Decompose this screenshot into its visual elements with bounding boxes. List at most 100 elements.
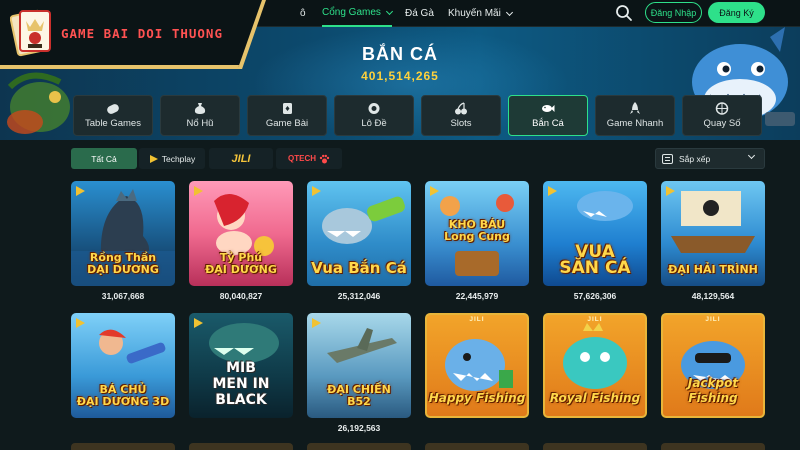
techplay-badge	[194, 318, 203, 328]
category-tab-game-nhanh[interactable]: Game Nhanh	[595, 95, 675, 136]
game-thumbnail[interactable]: ĐẠI CHIẾN B52	[307, 313, 411, 418]
game-name: Rồng Thần DẠI DƯƠNG	[87, 251, 159, 276]
filter-qtech-button[interactable]: QTECH	[276, 148, 342, 169]
game-card[interactable]: VUA SĂN CÁ 57,626,306	[543, 181, 647, 301]
jili-tag: JILI	[469, 316, 485, 323]
signup-button[interactable]: Đăng Ký	[708, 2, 765, 23]
game-thumbnail[interactable]: KHO BÁU Long Cung	[425, 181, 529, 286]
game-card[interactable]: JILI Jackpot Fishing	[661, 313, 765, 423]
techplay-badge	[76, 186, 85, 196]
category-label: Table Games	[85, 118, 141, 129]
game-name: Vua Bắn Cá	[311, 259, 407, 277]
chevron-down-icon	[505, 8, 513, 16]
game-card[interactable]: Rồng Thần DẠI DƯƠNG 31,067,668	[71, 181, 175, 301]
filter-techplay-button[interactable]: Techplay	[139, 148, 205, 169]
techplay-badge	[312, 186, 321, 196]
paw-icon	[319, 154, 330, 163]
game-name: ĐẠI CHIẾN B52	[327, 383, 391, 408]
sort-label: Sắp xếp	[679, 153, 711, 164]
techplay-badge	[548, 186, 557, 196]
jili-tag: JILI	[587, 316, 603, 323]
wheel-icon	[715, 102, 729, 115]
gamepad-icon	[107, 104, 119, 114]
game-card[interactable]: JILI Happy Fishing	[425, 313, 529, 423]
techplay-badge	[666, 186, 675, 196]
game-name: VUA SĂN CÁ	[559, 242, 631, 278]
game-thumbnail[interactable]: ĐẠI HẢI TRÌNH	[661, 181, 765, 286]
game-thumbnail[interactable]: JILI Jackpot Fishing	[661, 313, 765, 418]
game-thumbnail[interactable]: Tỷ Phú ĐẠI DƯƠNG	[189, 181, 293, 286]
game-card[interactable]: BÁ CHỦ ĐẠI DƯƠNG 3D	[71, 313, 175, 423]
category-label: Slots	[450, 118, 472, 129]
category-tab-game-bai[interactable]: Game Bài	[247, 95, 327, 136]
game-thumbnail[interactable]: JILI Royal Fishing	[543, 313, 647, 418]
game-card[interactable]: ĐẠI HẢI TRÌNH 48,129,564	[661, 181, 765, 301]
game-card-partial[interactable]	[425, 443, 529, 450]
game-player-count: 25,312,046	[337, 291, 381, 301]
nav-item-da-ga[interactable]: Đá Gà	[405, 0, 434, 27]
sort-icon	[662, 153, 673, 164]
game-card[interactable]: Tỷ Phú ĐẠI DƯƠNG 80,040,827	[189, 181, 293, 301]
cards-icon	[283, 103, 292, 114]
category-tab-quay-so[interactable]: Quay Số	[682, 95, 762, 136]
nav-item-khuyen-mai[interactable]: Khuyến Mãi	[448, 0, 513, 27]
techplay-badge	[194, 186, 203, 196]
game-name: Jackpot Fishing	[687, 376, 739, 405]
king-card-icon	[10, 9, 51, 57]
nav-item-label: Cổng Games	[322, 7, 381, 18]
game-thumbnail[interactable]: BÁ CHỦ ĐẠI DƯƠNG 3D	[71, 313, 175, 418]
game-card[interactable]: KHO BÁU Long Cung 22,445,979	[425, 181, 529, 301]
search-icon[interactable]	[615, 4, 633, 22]
category-tab-lo-de[interactable]: Lô Đề	[334, 95, 414, 136]
game-thumbnail[interactable]: VUA SĂN CÁ	[543, 181, 647, 286]
game-thumbnail[interactable]: Vua Bắn Cá	[307, 181, 411, 286]
game-name: Tỷ Phú ĐẠI DƯƠNG	[205, 251, 277, 276]
nav-item-partial[interactable]: ô	[300, 0, 306, 27]
category-label: Nổ Hũ	[186, 118, 214, 129]
category-label: Game Bài	[265, 118, 309, 129]
chevron-down-icon	[385, 7, 393, 15]
chevron-down-icon	[747, 151, 756, 160]
game-thumbnail[interactable]: Rồng Thần DẠI DƯƠNG	[71, 181, 175, 286]
game-card-partial[interactable]	[543, 443, 647, 450]
category-label: Bắn Cá	[532, 118, 564, 129]
nav-item-label: Khuyến Mãi	[448, 8, 501, 19]
category-label: Lô Đề	[361, 118, 387, 129]
sort-dropdown[interactable]: Sắp xếp	[655, 148, 765, 169]
filter-all-button[interactable]: Tất Cả	[71, 148, 137, 169]
category-label: Quay Số	[703, 118, 741, 129]
category-label: Game Nhanh	[606, 118, 664, 129]
game-card[interactable]: JILI Royal Fishing	[543, 313, 647, 423]
category-tab-ban-ca[interactable]: Bắn Cá	[508, 95, 588, 136]
game-card[interactable]: Vua Bắn Cá 25,312,046	[307, 181, 411, 301]
category-tab-table-games[interactable]: Table Games	[73, 95, 153, 136]
game-player-count: 26,192,563	[337, 423, 381, 433]
category-tab-slots[interactable]: Slots	[421, 95, 501, 136]
brand-logo[interactable]: GAME BAI DOI THUONG	[0, 0, 262, 67]
game-card-partial[interactable]	[661, 443, 765, 450]
techplay-badge	[312, 318, 321, 328]
game-card[interactable]: ĐẠI CHIẾN B52 26,192,563	[307, 313, 411, 433]
game-card-partial[interactable]	[307, 443, 411, 450]
game-player-count: 48,129,564	[691, 291, 735, 301]
game-name: BÁ CHỦ ĐẠI DƯƠNG 3D	[76, 383, 170, 408]
rocket-icon	[630, 102, 640, 114]
filter-label: QTECH	[288, 154, 316, 163]
game-card[interactable]: MIB MEN IN BLACK	[189, 313, 293, 423]
game-player-count: 31,067,668	[101, 291, 145, 301]
filter-label: Techplay	[161, 153, 196, 164]
category-tab-no-hu[interactable]: Nổ Hũ	[160, 95, 240, 136]
game-thumbnail[interactable]: MIB MEN IN BLACK	[189, 313, 293, 418]
game-thumbnail[interactable]: JILI Happy Fishing	[425, 313, 529, 418]
nav-item-cong-games[interactable]: Cổng Games	[322, 0, 393, 27]
fish-icon	[542, 105, 555, 112]
game-card-partial[interactable]	[71, 443, 175, 450]
game-card-partial[interactable]	[189, 443, 293, 450]
techplay-badge	[76, 318, 85, 328]
login-button[interactable]: Đăng Nhập	[645, 2, 702, 23]
game-player-count: 57,626,306	[573, 291, 617, 301]
nav-item-label: ô	[300, 8, 306, 19]
filter-jili-button[interactable]: JILI	[209, 148, 273, 169]
money-bag-icon	[194, 103, 206, 114]
jili-tag: JILI	[705, 316, 721, 323]
